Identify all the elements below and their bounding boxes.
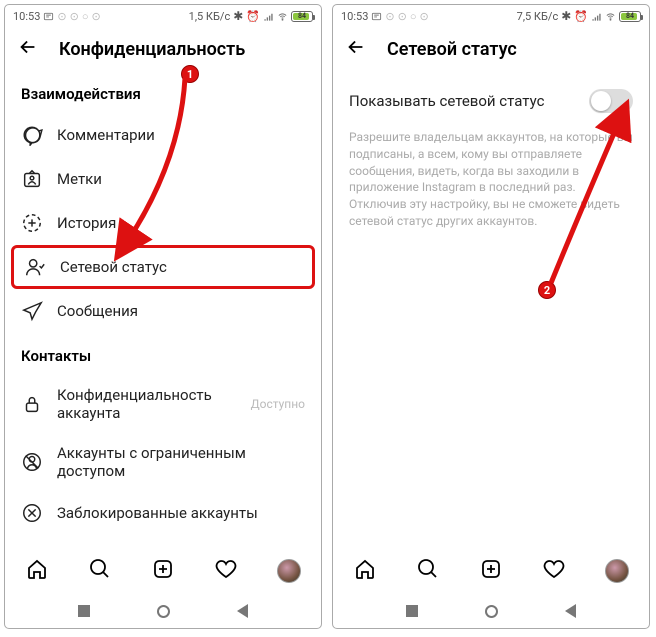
signal-icon xyxy=(263,11,274,22)
status-speed: 1,5 КБ/с xyxy=(189,10,231,23)
toggle-description: Разрешите владельцам аккаунтов, на котор… xyxy=(333,123,649,236)
search-icon[interactable] xyxy=(88,557,112,585)
page-title: Конфиденциальность xyxy=(59,39,245,60)
status-bar: 10:53 ⊙⊙○⊙ 1,5 КБ/с ✱ ⏰ 84 xyxy=(5,5,321,27)
wifi-icon xyxy=(277,11,288,22)
row-label: Комментарии xyxy=(57,126,305,144)
section-interactions: Взаимодействия xyxy=(5,71,321,113)
row-muted[interactable]: Аккаунты в немом режиме xyxy=(5,535,321,548)
toggle-label: Показывать сетевой статус xyxy=(349,92,544,110)
nav-recent[interactable] xyxy=(406,605,418,617)
status-bar: 10:53 ⊙⊙○⊙ 7,5 КБ/с ✱ ⏰ 84 xyxy=(333,5,649,27)
back-button[interactable] xyxy=(17,36,39,62)
row-label: Сетевой статус xyxy=(60,258,302,276)
nav-home[interactable] xyxy=(485,605,498,618)
toggle-row-activity-status: Показывать сетевой статус xyxy=(333,71,649,123)
profile-avatar[interactable] xyxy=(277,559,301,583)
tag-icon xyxy=(21,168,43,190)
restricted-icon xyxy=(21,451,43,473)
row-story[interactable]: История xyxy=(5,201,321,245)
row-restricted[interactable]: Аккаунты с ограниченным доступом xyxy=(5,433,321,491)
content: Показывать сетевой статус Разрешите влад… xyxy=(333,71,649,548)
signal-icon xyxy=(591,11,602,22)
row-label: Конфиденциальность аккаунта xyxy=(57,386,237,422)
home-icon[interactable] xyxy=(353,557,377,585)
row-tags[interactable]: Метки xyxy=(5,157,321,201)
blocked-icon xyxy=(21,502,43,524)
heart-icon[interactable] xyxy=(542,557,566,585)
app-bottom-bar xyxy=(333,548,649,594)
profile-avatar[interactable] xyxy=(605,559,629,583)
nav-recent[interactable] xyxy=(78,605,90,617)
row-label: Заблокированные аккаунты xyxy=(57,504,305,522)
phone-screen-privacy: 10:53 ⊙⊙○⊙ 1,5 КБ/с ✱ ⏰ 84 Конфиденциаль… xyxy=(4,4,322,629)
nav-home[interactable] xyxy=(157,605,170,618)
wifi-icon xyxy=(605,11,616,22)
header: Конфиденциальность xyxy=(5,27,321,71)
row-label: Метки xyxy=(57,170,305,188)
row-label: История xyxy=(57,214,305,232)
status-speed: 7,5 КБ/с xyxy=(517,10,559,23)
activity-icon xyxy=(24,256,46,278)
lock-icon xyxy=(21,393,43,415)
back-button[interactable] xyxy=(345,36,367,62)
status-time: 10:53 xyxy=(341,10,368,23)
row-comments[interactable]: Комментарии xyxy=(5,113,321,157)
msg-icon xyxy=(43,11,54,22)
android-nav-bar xyxy=(5,594,321,628)
comment-icon xyxy=(21,124,43,146)
row-label: Аккаунты с ограниченным доступом xyxy=(57,444,305,480)
toggle-switch[interactable] xyxy=(589,89,633,113)
messages-icon xyxy=(21,300,43,322)
search-icon[interactable] xyxy=(416,557,440,585)
home-icon[interactable] xyxy=(25,557,49,585)
section-contacts: Контакты xyxy=(5,333,321,375)
settings-list: Взаимодействия Комментарии Метки История… xyxy=(5,71,321,548)
nav-back[interactable] xyxy=(565,604,576,618)
story-icon xyxy=(21,212,43,234)
app-bottom-bar xyxy=(5,548,321,594)
annotation-marker-1: 1 xyxy=(181,65,199,83)
page-title: Сетевой статус xyxy=(387,39,517,60)
nav-back[interactable] xyxy=(237,604,248,618)
battery-icon: 84 xyxy=(291,11,313,22)
heart-icon[interactable] xyxy=(214,557,238,585)
status-time: 10:53 xyxy=(13,10,40,23)
row-suffix: Доступно xyxy=(251,397,305,411)
row-messages[interactable]: Сообщения xyxy=(5,289,321,333)
row-activity-status[interactable]: Сетевой статус xyxy=(11,245,315,289)
row-blocked[interactable]: Заблокированные аккаунты xyxy=(5,491,321,535)
add-icon[interactable] xyxy=(479,557,503,585)
battery-icon: 84 xyxy=(619,11,641,22)
msg-icon xyxy=(371,11,382,22)
android-nav-bar xyxy=(333,594,649,628)
phone-screen-activity-status: 10:53 ⊙⊙○⊙ 7,5 КБ/с ✱ ⏰ 84 Сетевой стату… xyxy=(332,4,650,629)
row-label: Сообщения xyxy=(57,302,305,320)
add-icon[interactable] xyxy=(151,557,175,585)
row-account-privacy[interactable]: Конфиденциальность аккаунта Доступно xyxy=(5,375,321,433)
annotation-marker-2: 2 xyxy=(538,281,556,299)
header: Сетевой статус xyxy=(333,27,649,71)
